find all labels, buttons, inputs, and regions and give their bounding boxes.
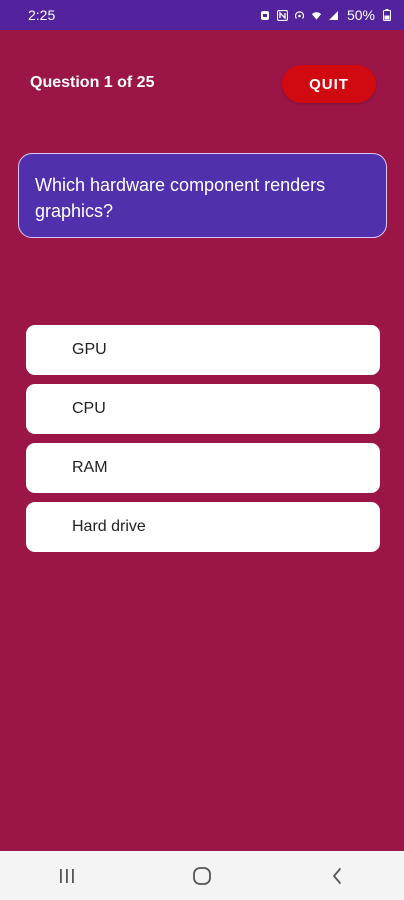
answer-option-label: CPU [72, 400, 106, 417]
quit-button[interactable]: QUIT [282, 65, 376, 103]
answer-option-label: GPU [72, 341, 107, 358]
question-text: Which hardware component renders graphic… [35, 175, 326, 221]
nfc-icon [276, 9, 288, 21]
status-time: 2:25 [28, 7, 56, 23]
recent-apps-icon [60, 868, 75, 883]
back-icon [332, 867, 341, 884]
navigation-bar [0, 851, 404, 900]
answer-option-label: Hard drive [72, 518, 146, 535]
status-icons: 50% [260, 7, 392, 23]
answer-option-label: RAM [72, 459, 108, 476]
hotspot-icon [294, 9, 305, 21]
recent-apps-button[interactable] [47, 856, 87, 896]
quiz-header: Question 1 of 25 QUIT [0, 64, 404, 104]
signal-icon [328, 9, 339, 21]
answer-option-ram[interactable]: RAM [26, 443, 380, 493]
back-button[interactable] [317, 856, 357, 896]
question-counter: Question 1 of 25 [30, 74, 155, 91]
question-card: Which hardware component renders graphic… [18, 153, 387, 238]
answer-option-cpu[interactable]: CPU [26, 384, 380, 434]
status-bar: 2:25 50% [0, 0, 404, 30]
answer-options: GPU CPU RAM Hard drive [26, 325, 380, 561]
wifi-icon [311, 9, 322, 21]
answer-option-hard-drive[interactable]: Hard drive [26, 502, 380, 552]
battery-percentage: 50% [346, 7, 375, 23]
battery-icon [381, 9, 392, 21]
answer-option-gpu[interactable]: GPU [26, 325, 380, 375]
home-button[interactable] [182, 856, 222, 896]
notification-icon [260, 9, 271, 21]
home-icon [193, 866, 211, 885]
